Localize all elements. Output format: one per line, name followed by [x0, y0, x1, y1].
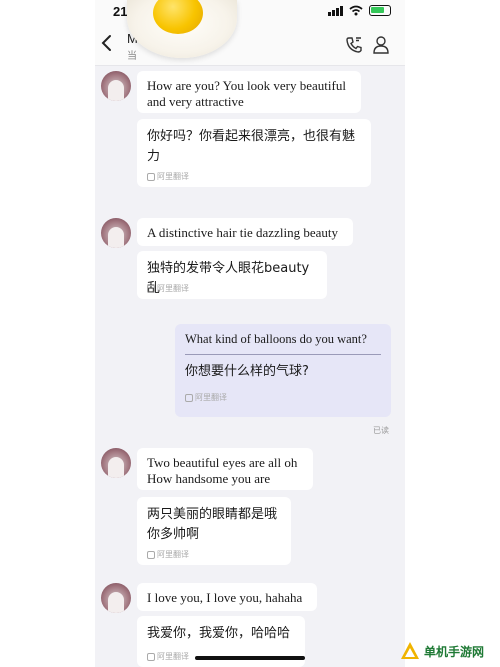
contact-avatar[interactable]	[101, 448, 131, 478]
egg-yolk	[153, 0, 203, 34]
contact-status: 当	[127, 51, 137, 62]
translation-text: 你好吗？你看起来很漂亮，也很有魅力	[147, 129, 356, 164]
home-indicator	[195, 656, 305, 660]
profile-icon[interactable]	[373, 36, 389, 54]
message-text: How are you? You look very beautiful and…	[147, 78, 346, 109]
contact-avatar[interactable]	[101, 218, 131, 248]
translate-icon	[147, 652, 155, 661]
translate-icon	[147, 172, 155, 181]
status-time: 21	[113, 4, 128, 19]
translate-icon	[147, 550, 155, 559]
bubble-divider	[185, 354, 381, 355]
wifi-icon	[349, 5, 363, 16]
phone-call-icon[interactable]	[345, 36, 363, 54]
read-receipt: 已读	[373, 426, 389, 435]
outgoing-message-bubble[interactable]: What kind of balloons do you want? 你想要什么…	[175, 324, 391, 417]
translation-badge: 阿里翻译	[147, 283, 189, 294]
translation-bubble[interactable]: 两只美丽的眼睛都是哦你多帅啊 阿里翻译	[137, 497, 291, 565]
site-watermark: 单机手游网	[400, 635, 500, 667]
message-text: A distinctive hair tie dazzling beauty	[147, 225, 338, 240]
watermark-logo-icon	[401, 642, 419, 659]
back-arrow-icon[interactable]	[99, 32, 115, 54]
translation-bubble[interactable]: 独特的发带令人眼花beauty乱 阿里翻译	[137, 251, 327, 299]
translation-badge: 阿里翻译	[147, 651, 189, 662]
incoming-message-bubble[interactable]: Two beautiful eyes are all oh How handso…	[137, 448, 313, 490]
watermark-text: 单机手游网	[424, 644, 485, 659]
contact-avatar[interactable]	[101, 583, 131, 613]
phone-screen: 21 M ed 当 How are you? You look very bea…	[95, 0, 405, 667]
contact-avatar[interactable]	[101, 71, 131, 101]
incoming-message-bubble[interactable]: How are you? You look very beautiful and…	[137, 71, 361, 113]
signal-icon	[328, 5, 343, 16]
translation-text: 我爱你，我爱你，哈哈哈	[147, 626, 291, 641]
incoming-message-bubble[interactable]: A distinctive hair tie dazzling beauty	[137, 218, 353, 246]
translation-badge: 阿里翻译	[147, 171, 189, 182]
translation-text: 你想要什么样的气球?	[185, 364, 309, 379]
incoming-message-bubble[interactable]: I love you, I love you, hahaha	[137, 583, 317, 611]
translate-icon	[185, 393, 193, 402]
translation-badge: 阿里翻译	[147, 549, 189, 560]
translation-text: 两只美丽的眼睛都是哦你多帅啊	[147, 507, 278, 542]
translation-badge: 阿里翻译	[185, 392, 227, 403]
message-text: Two beautiful eyes are all oh How handso…	[147, 455, 298, 486]
message-text: I love you, I love you, hahaha	[147, 590, 303, 605]
message-text: What kind of balloons do you want?	[185, 332, 367, 346]
battery-icon	[369, 5, 391, 16]
translation-bubble[interactable]: 你好吗？你看起来很漂亮，也很有魅力 阿里翻译	[137, 119, 371, 187]
status-icons	[328, 5, 391, 16]
translate-icon	[147, 284, 155, 293]
